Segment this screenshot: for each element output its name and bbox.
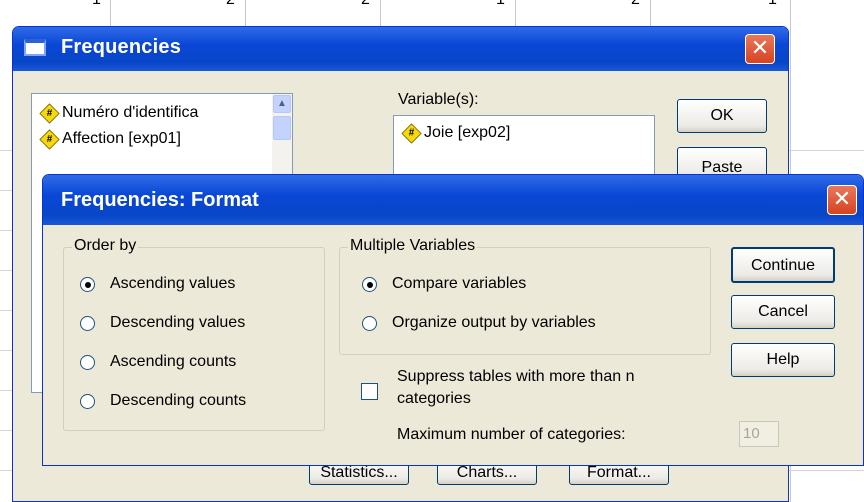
list-item-label: Joie [exp02] — [424, 124, 511, 141]
variables-label: Variable(s): — [398, 91, 479, 108]
list-item[interactable]: # Joie [exp02] — [401, 122, 511, 144]
max-categories-label: Maximum number of categories: — [397, 426, 626, 443]
continue-button[interactable]: Continue — [731, 247, 835, 283]
radio-descending-counts[interactable]: Descending counts — [80, 390, 246, 412]
numeric-variable-icon: # — [39, 128, 60, 150]
grid-cell-value: 2 — [361, 0, 370, 9]
radio-label: Compare variables — [392, 275, 527, 292]
list-item-label: Numéro d'identifica — [62, 104, 199, 121]
frequencies-title: Frequencies — [61, 36, 182, 58]
ok-button[interactable]: OK — [677, 99, 767, 133]
list-item[interactable]: # Numéro d'identifica — [39, 102, 199, 124]
selected-variables-list[interactable]: # Joie [exp02] — [393, 115, 655, 175]
suppress-tables-label-line1: Suppress tables with more than n — [397, 368, 635, 385]
scroll-up-icon[interactable]: ▲ — [273, 95, 291, 113]
radio-label: Ascending counts — [110, 353, 237, 370]
format-close-button[interactable]: ✕ — [827, 185, 857, 215]
grid-cell-value: 1 — [496, 0, 505, 9]
format-dialog-titlebar[interactable]: Frequencies: Format ✕ — [43, 175, 863, 225]
frequencies-close-button[interactable]: ✕ — [745, 34, 775, 64]
radio-descending-values[interactable]: Descending values — [80, 312, 245, 334]
list-item-label: Affection [exp01] — [62, 130, 181, 147]
help-button[interactable]: Help — [731, 343, 835, 377]
order-by-legend: Order by — [72, 237, 139, 255]
radio-button[interactable] — [80, 393, 95, 409]
grid-cell-value: 1 — [92, 0, 101, 9]
numeric-variable-icon: # — [39, 102, 60, 124]
radio-ascending-values[interactable]: Ascending values — [80, 273, 235, 295]
radio-button[interactable] — [362, 315, 377, 331]
cancel-button[interactable]: Cancel — [731, 295, 835, 329]
numeric-variable-icon: # — [401, 122, 422, 144]
list-item[interactable]: # Affection [exp01] — [39, 128, 181, 150]
radio-label: Organize output by variables — [392, 314, 596, 331]
order-by-group: Order by Ascending values Descending val… — [63, 237, 325, 431]
radio-label: Ascending values — [110, 275, 236, 292]
grid-cell-value: 2 — [631, 0, 640, 9]
format-dialog-title: Frequencies: Format — [61, 189, 259, 211]
window-icon — [24, 39, 46, 56]
max-categories-input[interactable]: 10 — [739, 421, 779, 447]
suppress-tables-checkbox[interactable] — [361, 383, 378, 400]
radio-label: Descending counts — [110, 392, 247, 409]
radio-organize-output[interactable]: Organize output by variables — [362, 312, 596, 334]
radio-label: Descending values — [110, 314, 246, 331]
frequencies-titlebar[interactable]: Frequencies ✕ — [13, 27, 788, 71]
format-dialog: Frequencies: Format ✕ Order by Ascending… — [42, 174, 864, 466]
radio-button[interactable] — [80, 354, 95, 370]
multiple-variables-legend: Multiple Variables — [348, 237, 478, 255]
suppress-tables-label-line2: categories — [397, 390, 471, 407]
grid-cell-value: 2 — [226, 0, 235, 9]
radio-ascending-counts[interactable]: Ascending counts — [80, 351, 236, 373]
radio-compare-variables[interactable]: Compare variables — [362, 273, 526, 295]
radio-button[interactable] — [80, 315, 95, 331]
grid-cell-value: 1 — [768, 0, 777, 9]
scroll-thumb[interactable] — [273, 116, 291, 140]
multiple-variables-group: Multiple Variables Compare variables Org… — [339, 237, 711, 355]
radio-button[interactable] — [362, 276, 377, 292]
radio-button[interactable] — [80, 276, 95, 292]
